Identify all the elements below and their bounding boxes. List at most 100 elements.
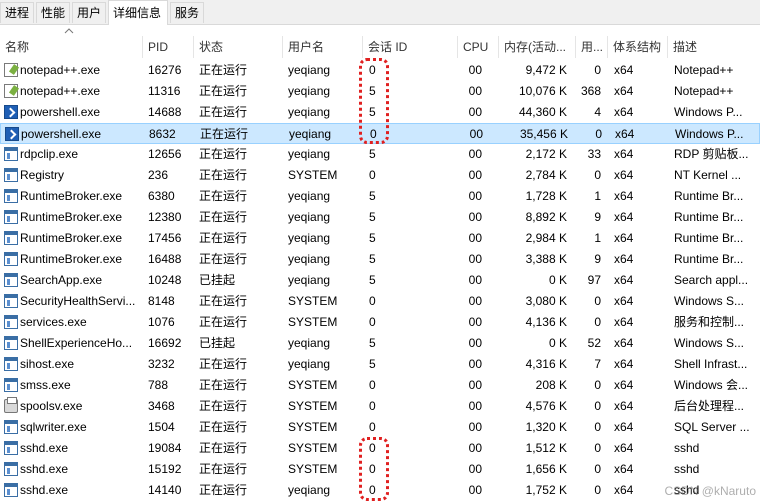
cell-name: sshd.exe [20,483,69,497]
cell-desc: Windows 会... [674,378,749,392]
process-row[interactable]: SearchApp.exe 10248 已挂起 yeqiang 5 00 0 K 97 x64 S… [0,270,760,291]
cell-user: yeqiang [288,231,331,245]
column-header-status[interactable]: 状态 [194,36,283,58]
process-row[interactable]: SecurityHealthServi... 8148 正在运行 SYSTEM 0 00 3… [0,291,760,312]
tab-users[interactable]: 用户 [72,2,106,23]
column-header-memory[interactable]: 内存(活动... [499,36,576,58]
process-row[interactable]: RuntimeBroker.exe 16488 正在运行 yeqiang 5 00 3,38… [0,249,760,270]
cell-user: yeqiang [288,63,331,77]
cell-session: 5 [369,231,376,245]
cell-arch: x64 [615,127,635,141]
cell-memory: 1,512 K [525,441,567,455]
column-header-username[interactable]: 用户名 [283,36,363,58]
cell-status: 正在运行 [199,231,248,245]
cell-name: powershell.exe [21,127,102,141]
process-row[interactable]: RuntimeBroker.exe 12380 正在运行 yeqiang 5 00 8,89… [0,207,760,228]
cell-status: 正在运行 [199,189,248,203]
cell-arch: x64 [614,273,634,287]
column-header-name[interactable]: 名称 [0,36,143,58]
cell-name: ShellExperienceHo... [20,336,133,350]
cell-desc: Shell Infrast... [674,357,748,371]
cell-handles: 368 [580,84,601,98]
cell-desc: Windows S... [674,336,745,350]
column-header-description[interactable]: 描述 [668,36,760,58]
process-row[interactable]: ShellExperienceHo... 16692 已挂起 yeqiang 5 00 0 … [0,333,760,354]
column-header-architecture[interactable]: 体系结构 [608,36,668,58]
cell-pid: 6380 [148,189,175,203]
cell-desc: Windows S... [674,294,745,308]
cell-status: 正在运行 [199,210,248,224]
cell-desc: SQL Server ... [674,420,750,434]
process-row[interactable]: RuntimeBroker.exe 17456 正在运行 yeqiang 5 00 2,98… [0,228,760,249]
cell-user: yeqiang [288,252,331,266]
tab-performance[interactable]: 性能 [36,2,70,23]
cell-status: 正在运行 [199,378,248,392]
cell-session: 5 [369,147,376,161]
tab-services[interactable]: 服务 [170,2,204,23]
cell-pid: 16488 [148,252,182,266]
cell-memory: 1,752 K [525,483,567,497]
cell-memory: 0 K [548,336,567,350]
cell-name: SecurityHealthServi... [20,294,136,308]
column-header-pid[interactable]: PID [143,36,194,58]
process-row[interactable]: rdpclip.exe 12656 正在运行 yeqiang 5 00 2,172 K 33 x… [0,144,760,165]
column-header-session-id[interactable]: 会话 ID [363,36,458,58]
cell-session: 5 [369,210,376,224]
process-row[interactable]: Registry 236 正在运行 SYSTEM 0 00 2,784 K 0 x64 NT Ke… [0,165,760,186]
cell-pid: 11316 [148,84,181,98]
cell-pid: 1504 [148,420,175,434]
tab-details[interactable]: 详细信息 [108,0,168,25]
cell-user: SYSTEM [288,378,338,392]
cell-status: 已挂起 [199,336,236,350]
process-row[interactable]: services.exe 1076 正在运行 SYSTEM 0 00 4,136 K 0 x64… [0,312,760,333]
cell-name: sqlwriter.exe [20,420,87,434]
cell-status: 正在运行 [199,315,248,329]
tab-processes[interactable]: 进程 [0,2,34,23]
cell-session: 0 [369,378,376,392]
cell-desc: Search appl... [674,273,749,287]
cell-status: 已挂起 [199,273,236,287]
process-row[interactable]: sihost.exe 3232 正在运行 yeqiang 5 00 4,316 K 7 x64 S… [0,354,760,375]
cell-arch: x64 [614,105,634,119]
cell-status: 正在运行 [199,399,248,413]
cell-pid: 1076 [148,315,175,329]
cell-arch: x64 [614,63,634,77]
cell-name: sshd.exe [20,462,69,476]
cell-arch: x64 [614,84,634,98]
cell-session: 5 [369,357,376,371]
cell-status: 正在运行 [199,105,248,119]
cell-user: SYSTEM [288,420,338,434]
cell-handles: 0 [594,462,601,476]
cell-desc: NT Kernel ... [674,168,742,182]
cell-pid: 16276 [148,63,182,77]
column-header-cpu[interactable]: CPU [458,36,499,58]
cell-cpu: 00 [468,168,482,182]
cell-cpu: 00 [468,294,482,308]
cell-name: RuntimeBroker.exe [20,252,123,266]
cell-arch: x64 [614,378,634,392]
cell-memory: 8,892 K [525,210,567,224]
column-header-handles[interactable]: 用... [576,36,608,58]
cell-memory: 4,136 K [525,315,567,329]
cell-handles: 0 [594,168,601,182]
cell-session: 0 [369,294,376,308]
cell-handles: 4 [594,105,601,119]
process-row[interactable]: smss.exe 788 正在运行 SYSTEM 0 00 208 K 0 x64 Windows… [0,375,760,396]
cell-user: yeqiang [288,210,331,224]
cell-name: RuntimeBroker.exe [20,231,123,245]
cell-memory: 35,456 K [519,127,568,141]
cell-pid: 14688 [148,105,182,119]
cell-cpu: 00 [468,357,482,371]
cell-arch: x64 [614,462,634,476]
cell-status: 正在运行 [199,252,248,266]
cell-desc: Notepad++ [674,63,734,77]
cell-arch: x64 [614,147,634,161]
cell-arch: x64 [614,357,634,371]
watermark: CSDN @kNaruto [664,484,756,498]
cell-cpu: 00 [468,105,482,119]
cell-desc: Runtime Br... [674,252,744,266]
process-row[interactable]: sqlwriter.exe 1504 正在运行 SYSTEM 0 00 1,320 K 0 x6… [0,417,760,438]
process-row[interactable]: RuntimeBroker.exe 6380 正在运行 yeqiang 5 00 1,728… [0,186,760,207]
cell-handles: 7 [594,357,601,371]
process-row[interactable]: spoolsv.exe 3468 正在运行 SYSTEM 0 00 4,576 K 0 x64 后… [0,396,760,417]
